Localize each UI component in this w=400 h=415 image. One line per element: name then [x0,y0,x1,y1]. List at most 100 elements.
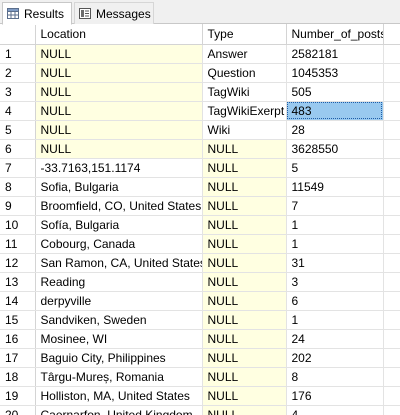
cell-number-of-posts[interactable]: 6 [286,291,384,311]
table-row[interactable]: 4 NULL TagWikiExerpt 483 [0,101,400,121]
table-row[interactable]: 12 San Ramon, CA, United States NULL 31 [0,253,400,273]
cell-type[interactable]: NULL [202,272,287,292]
row-number[interactable]: 17 [0,348,36,368]
cell-location[interactable]: NULL [35,120,203,140]
table-row[interactable]: 2 NULL Question 1045353 [0,63,400,83]
tab-results[interactable]: Results [2,2,72,25]
cell-location[interactable]: Cobourg, Canada [35,234,203,254]
row-number[interactable]: 16 [0,329,36,349]
cell-location[interactable]: Broomfield, CO, United States [35,196,203,216]
row-number[interactable]: 3 [0,82,36,102]
table-row[interactable]: 19 Holliston, MA, United States NULL 176 [0,386,400,406]
cell-type[interactable]: NULL [202,196,287,216]
table-row[interactable]: 18 Târgu-Mureș, Romania NULL 8 [0,367,400,387]
cell-type[interactable]: NULL [202,310,287,330]
cell-location[interactable]: San Ramon, CA, United States [35,253,203,273]
table-row[interactable]: 8 Sofia, Bulgaria NULL 11549 [0,177,400,197]
cell-type[interactable]: Question [202,63,287,83]
cell-location[interactable]: NULL [35,44,203,64]
table-row[interactable]: 7 -33.7163,151.1174 NULL 5 [0,158,400,178]
cell-type[interactable]: NULL [202,367,287,387]
cell-type[interactable]: NULL [202,348,287,368]
cell-number-of-posts[interactable]: 5 [286,158,384,178]
cell-location[interactable]: Sandviken, Sweden [35,310,203,330]
table-row[interactable]: 20 Caernarfon, United Kingdom NULL 4 [0,405,400,415]
cell-location[interactable]: -33.7163,151.1174 [35,158,203,178]
cell-location[interactable]: Sofia, Bulgaria [35,177,203,197]
row-number-header[interactable] [0,24,36,45]
cell-location[interactable]: Baguio City, Philippines [35,348,203,368]
cell-number-of-posts[interactable]: 505 [286,82,384,102]
table-row[interactable]: 17 Baguio City, Philippines NULL 202 [0,348,400,368]
cell-number-of-posts[interactable]: 202 [286,348,384,368]
cell-number-of-posts[interactable]: 7 [286,196,384,216]
table-row[interactable]: 10 Sofía, Bulgaria NULL 1 [0,215,400,235]
cell-type[interactable]: NULL [202,234,287,254]
cell-type[interactable]: NULL [202,291,287,311]
cell-location[interactable]: NULL [35,139,203,159]
column-header-number-of-posts[interactable]: Number_of_posts [286,24,384,45]
row-number[interactable]: 20 [0,405,36,415]
cell-number-of-posts[interactable]: 1 [286,310,384,330]
cell-number-of-posts[interactable]: 31 [286,253,384,273]
cell-number-of-posts[interactable]: 8 [286,367,384,387]
cell-number-of-posts[interactable]: 1 [286,234,384,254]
row-number[interactable]: 12 [0,253,36,273]
column-header-location[interactable]: Location [35,24,203,45]
cell-number-of-posts[interactable]: 11549 [286,177,384,197]
column-header-type[interactable]: Type [202,24,287,45]
results-grid[interactable]: Location Type Number_of_posts 1 NULL Answe… [0,24,400,415]
table-row[interactable]: 11 Cobourg, Canada NULL 1 [0,234,400,254]
row-number[interactable]: 14 [0,291,36,311]
cell-number-of-posts[interactable]: 1045353 [286,63,384,83]
cell-type[interactable]: TagWikiExerpt [202,101,287,121]
row-number[interactable]: 11 [0,234,36,254]
cell-number-of-posts[interactable]: 24 [286,329,384,349]
cell-location[interactable]: Târgu-Mureș, Romania [35,367,203,387]
table-row[interactable]: 13 Reading NULL 3 [0,272,400,292]
cell-number-of-posts[interactable]: 28 [286,120,384,140]
cell-number-of-posts[interactable]: 2582181 [286,44,384,64]
row-number[interactable]: 2 [0,63,36,83]
tab-messages[interactable]: Messages [74,2,154,24]
row-number[interactable]: 8 [0,177,36,197]
row-number[interactable]: 7 [0,158,36,178]
cell-type[interactable]: NULL [202,405,287,415]
row-number[interactable]: 4 [0,101,36,121]
cell-location[interactable]: NULL [35,82,203,102]
cell-number-of-posts[interactable]: 3628550 [286,139,384,159]
cell-location[interactable]: NULL [35,63,203,83]
cell-type[interactable]: NULL [202,158,287,178]
cell-type[interactable]: NULL [202,386,287,406]
row-number[interactable]: 10 [0,215,36,235]
table-row[interactable]: 15 Sandviken, Sweden NULL 1 [0,310,400,330]
row-number[interactable]: 5 [0,120,36,140]
cell-number-of-posts[interactable]: 4 [286,405,384,415]
row-number[interactable]: 18 [0,367,36,387]
cell-location[interactable]: Caernarfon, United Kingdom [35,405,203,415]
cell-type[interactable]: NULL [202,215,287,235]
cell-type[interactable]: NULL [202,177,287,197]
table-row[interactable]: 14 derpyville NULL 6 [0,291,400,311]
row-number[interactable]: 19 [0,386,36,406]
cell-location[interactable]: Sofía, Bulgaria [35,215,203,235]
cell-location[interactable]: NULL [35,101,203,121]
row-number[interactable]: 9 [0,196,36,216]
cell-location[interactable]: Mosinee, WI [35,329,203,349]
cell-type[interactable]: NULL [202,329,287,349]
cell-type[interactable]: Wiki [202,120,287,140]
table-row[interactable]: 3 NULL TagWiki 505 [0,82,400,102]
cell-number-of-posts[interactable]: 176 [286,386,384,406]
cell-type[interactable]: NULL [202,253,287,273]
table-row[interactable]: 16 Mosinee, WI NULL 24 [0,329,400,349]
cell-location[interactable]: Holliston, MA, United States [35,386,203,406]
table-row[interactable]: 9 Broomfield, CO, United States NULL 7 [0,196,400,216]
table-row[interactable]: 1 NULL Answer 2582181 [0,44,400,64]
cell-type[interactable]: TagWiki [202,82,287,102]
row-number[interactable]: 13 [0,272,36,292]
cell-type[interactable]: Answer [202,44,287,64]
table-row[interactable]: 5 NULL Wiki 28 [0,120,400,140]
cell-location[interactable]: derpyville [35,291,203,311]
cell-number-of-posts-selected[interactable]: 483 [286,101,384,121]
cell-number-of-posts[interactable]: 1 [286,215,384,235]
